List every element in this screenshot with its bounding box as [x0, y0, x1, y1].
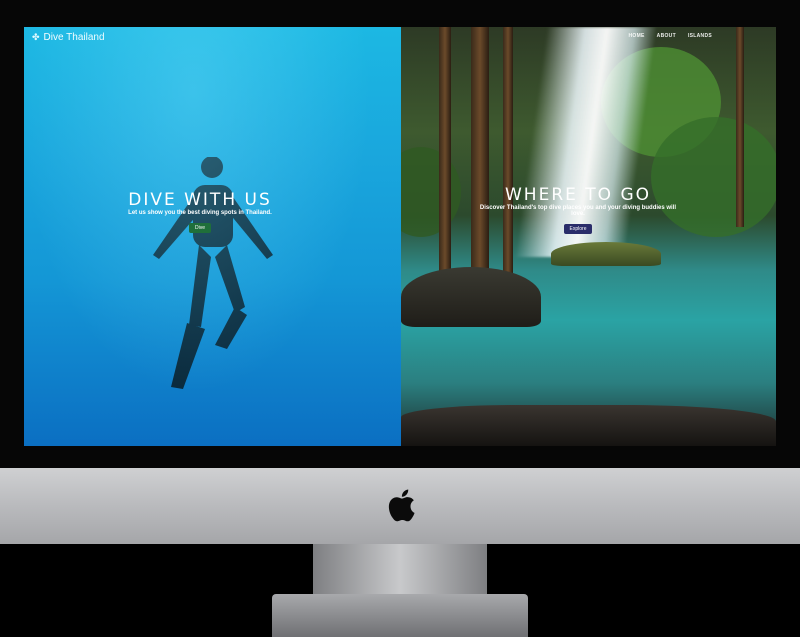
tree-trunk	[736, 27, 744, 227]
tree-trunk	[503, 27, 513, 307]
nav-home[interactable]: HOME	[628, 33, 644, 39]
imac-monitor: ✤ Dive Thailand HOME ABOUT ISLANDS DIVE …	[0, 0, 800, 637]
brand-name: Dive Thailand	[43, 32, 105, 43]
foliage	[401, 147, 461, 237]
brand[interactable]: ✤ Dive Thailand	[32, 32, 105, 43]
rock	[401, 267, 541, 327]
monitor-stand-neck	[313, 544, 487, 594]
hero-panel-right: HOME ABOUT ISLANDS	[401, 27, 776, 446]
hero-left-subtitle: Let us show you the best diving spots in…	[128, 210, 272, 216]
hero-left-content: DIVE WITH US Let us show you the best di…	[100, 190, 300, 234]
nav-islands[interactable]: ISLANDS	[688, 33, 712, 39]
hero-right-subtitle: Discover Thailand's top dive places you …	[479, 205, 677, 217]
explore-button[interactable]: Explore	[563, 224, 593, 234]
nav-about[interactable]: ABOUT	[657, 33, 676, 39]
logo-icon: ✤	[32, 32, 40, 42]
screen: ✤ Dive Thailand HOME ABOUT ISLANDS	[24, 27, 776, 446]
hero-right-content: WHERE TO GO Discover Thailand's top dive…	[478, 185, 678, 235]
hero-panel-left: ✤ Dive Thailand	[24, 27, 401, 446]
tree-trunk	[439, 27, 451, 307]
hero-left-title: DIVE WITH US	[128, 190, 272, 210]
rock	[401, 405, 776, 446]
dive-button[interactable]: Dive	[188, 223, 211, 233]
nav-links: HOME ABOUT ISLANDS	[628, 33, 712, 39]
rock	[551, 242, 661, 266]
hero-right-title: WHERE TO GO	[504, 185, 651, 205]
monitor-stand-foot	[272, 594, 528, 637]
apple-logo-icon	[388, 489, 415, 522]
